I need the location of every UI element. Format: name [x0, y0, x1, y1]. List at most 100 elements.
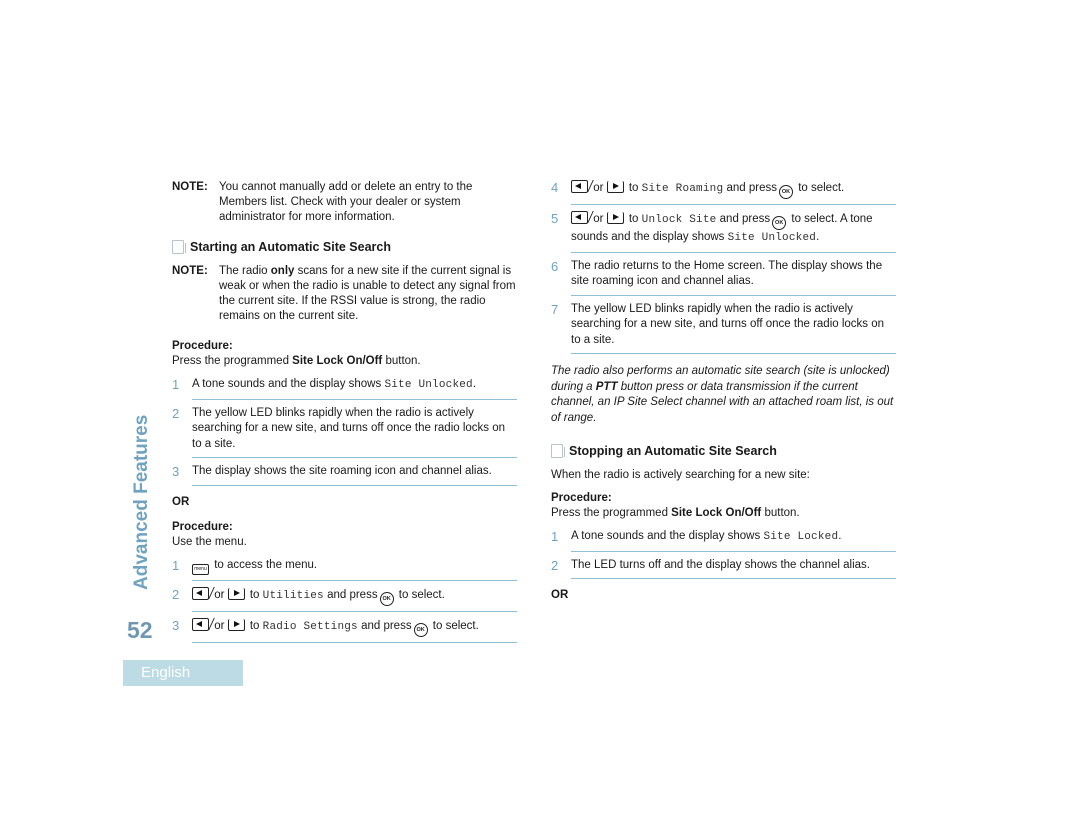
procedure-text-part: button. — [761, 507, 800, 519]
step-text-part: to select. — [798, 182, 845, 194]
step-text-part: and press — [327, 588, 378, 601]
procedure-text: Press the programmed Site Lock On/Off bu… — [551, 506, 896, 521]
left-arrow-key-icon — [571, 180, 588, 193]
step-text: A tone sounds and the display shows Site… — [192, 377, 517, 400]
step-text: The yellow LED blinks rapidly when the r… — [571, 302, 896, 354]
step: 2 or to Utilities and press OK to select. — [172, 586, 517, 612]
note-text-part: The radio — [219, 265, 271, 277]
left-column: NOTE: You cannot manually add or delete … — [172, 180, 517, 649]
step-text-part: or — [214, 588, 225, 601]
step-text-part: or — [593, 213, 604, 225]
step-number: 3 — [172, 464, 180, 479]
ok-button-icon: OK — [778, 185, 793, 199]
step-number: 1 — [172, 377, 180, 392]
step-text-part: . — [816, 231, 820, 243]
right-column: 4 or to Site Roaming and press OK to sele… — [551, 180, 896, 613]
display-text: Site Unlocked — [727, 232, 817, 244]
left-arrow-key-icon — [192, 617, 209, 631]
step-text: The display shows the site roaming icon … — [192, 464, 517, 486]
procedure-text: Press the programmed Site Lock On/Off bu… — [172, 354, 517, 369]
step-text-part: or — [214, 619, 225, 632]
step: 1 A tone sounds and the display shows Si… — [172, 377, 517, 400]
step-text-part: and press — [719, 213, 771, 225]
step-text: A tone sounds and the display shows Site… — [571, 529, 896, 552]
right-arrow-key-icon — [606, 212, 624, 224]
step-text: menu to access the menu. — [192, 558, 517, 581]
step-text: The yellow LED blinks rapidly when the r… — [192, 406, 517, 458]
menu-item-text: Unlock Site — [641, 214, 717, 226]
section-heading-stop: Stopping an Automatic Site Search — [551, 444, 896, 458]
step: 3 The display shows the site roaming ico… — [172, 464, 517, 486]
step-text-part: A tone sounds and the display shows — [571, 530, 764, 542]
right-arrow-key-icon — [606, 181, 624, 193]
procedure-label: Procedure: — [551, 492, 612, 504]
step-text-part: to — [249, 619, 260, 632]
step: 3 or to Radio Settings and press OK to se… — [172, 617, 517, 643]
step-number: 4 — [551, 180, 559, 195]
note-bold: only — [270, 265, 295, 277]
menu-item-text: Site Roaming — [641, 183, 724, 195]
intro-text: When the radio is actively searching for… — [551, 469, 810, 481]
italic-note-bold: PTT — [595, 380, 618, 393]
step-number: 1 — [172, 557, 180, 573]
or-separator: OR — [551, 589, 569, 601]
note-text: You cannot manually add or delete an ent… — [219, 181, 473, 223]
heading-text: Starting an Automatic Site Search — [190, 240, 391, 254]
step: 2 The yellow LED blinks rapidly when the… — [172, 405, 517, 458]
step-text: or to Unlock Site and press OK to select.… — [571, 211, 896, 253]
section-heading-start: Starting an Automatic Site Search — [172, 240, 517, 254]
menu-item-text: Radio Settings — [262, 620, 358, 633]
ok-button-icon: OK — [379, 591, 394, 606]
step-number: 2 — [172, 586, 180, 602]
step: 7 The yellow LED blinks rapidly when the… — [551, 301, 896, 354]
heading-text: Stopping an Automatic Site Search — [569, 444, 777, 458]
step-text-part: to — [628, 182, 639, 194]
step-text-part: to access the menu. — [214, 558, 318, 571]
document-icon — [172, 240, 186, 254]
step-text-part: to select. — [398, 588, 445, 601]
note-members: NOTE: You cannot manually add or delete … — [172, 180, 517, 225]
ok-button-icon: OK — [772, 216, 787, 230]
left-arrow-key-icon — [571, 211, 588, 224]
document-icon — [551, 444, 565, 458]
step: 4 or to Site Roaming and press OK to sele… — [551, 180, 896, 205]
step-text-part: and press — [726, 182, 777, 194]
step-text-part: to — [249, 588, 260, 601]
language-tab: English — [123, 660, 243, 686]
step-text-part: and press — [361, 619, 412, 632]
step: 6 The radio returns to the Home screen. … — [551, 259, 896, 296]
or-separator: OR — [172, 495, 190, 508]
step-text-part: . — [838, 530, 842, 542]
display-text: Site Locked — [763, 531, 839, 543]
step-text-part: A tone sounds and the display shows — [192, 378, 385, 390]
step-text: The radio returns to the Home screen. Th… — [571, 259, 896, 296]
note-label: NOTE: — [172, 265, 208, 277]
step-text: or to Utilities and press OK to select. — [192, 586, 517, 612]
procedure-label: Procedure: — [172, 340, 233, 352]
step-number: 3 — [172, 617, 180, 633]
step-number: 7 — [551, 301, 559, 317]
step: 1 A tone sounds and the display shows Si… — [551, 529, 896, 552]
procedure-text-part: Press the programmed — [551, 507, 672, 519]
page-number: 52 — [127, 617, 153, 643]
procedure-text-part: button. — [382, 355, 421, 367]
procedure-text: Use the menu. — [172, 535, 247, 548]
section-title: Advanced Features — [131, 414, 152, 590]
note-text: The radio only scans for a new site if t… — [219, 264, 517, 324]
step-text: or to Radio Settings and press OK to sele… — [192, 617, 517, 643]
step: 1 menu to access the menu. — [172, 558, 517, 581]
step-number: 2 — [551, 557, 559, 573]
step-number: 5 — [551, 211, 559, 226]
step: 5 or to Unlock Site and press OK to selec… — [551, 211, 896, 253]
left-arrow-key-icon — [192, 586, 209, 600]
step-number: 1 — [551, 529, 559, 544]
step-number: 6 — [551, 258, 559, 274]
right-arrow-key-icon — [227, 618, 245, 631]
display-text: Site Unlocked — [384, 379, 473, 391]
step-text-part: to select. — [432, 619, 479, 632]
step-text-part: . — [472, 378, 477, 390]
right-arrow-key-icon — [227, 587, 245, 600]
procedure-button-name: Site Lock On/Off — [292, 355, 383, 367]
step: 2 The LED turns off and the display show… — [551, 557, 896, 579]
step-number: 2 — [172, 405, 180, 421]
